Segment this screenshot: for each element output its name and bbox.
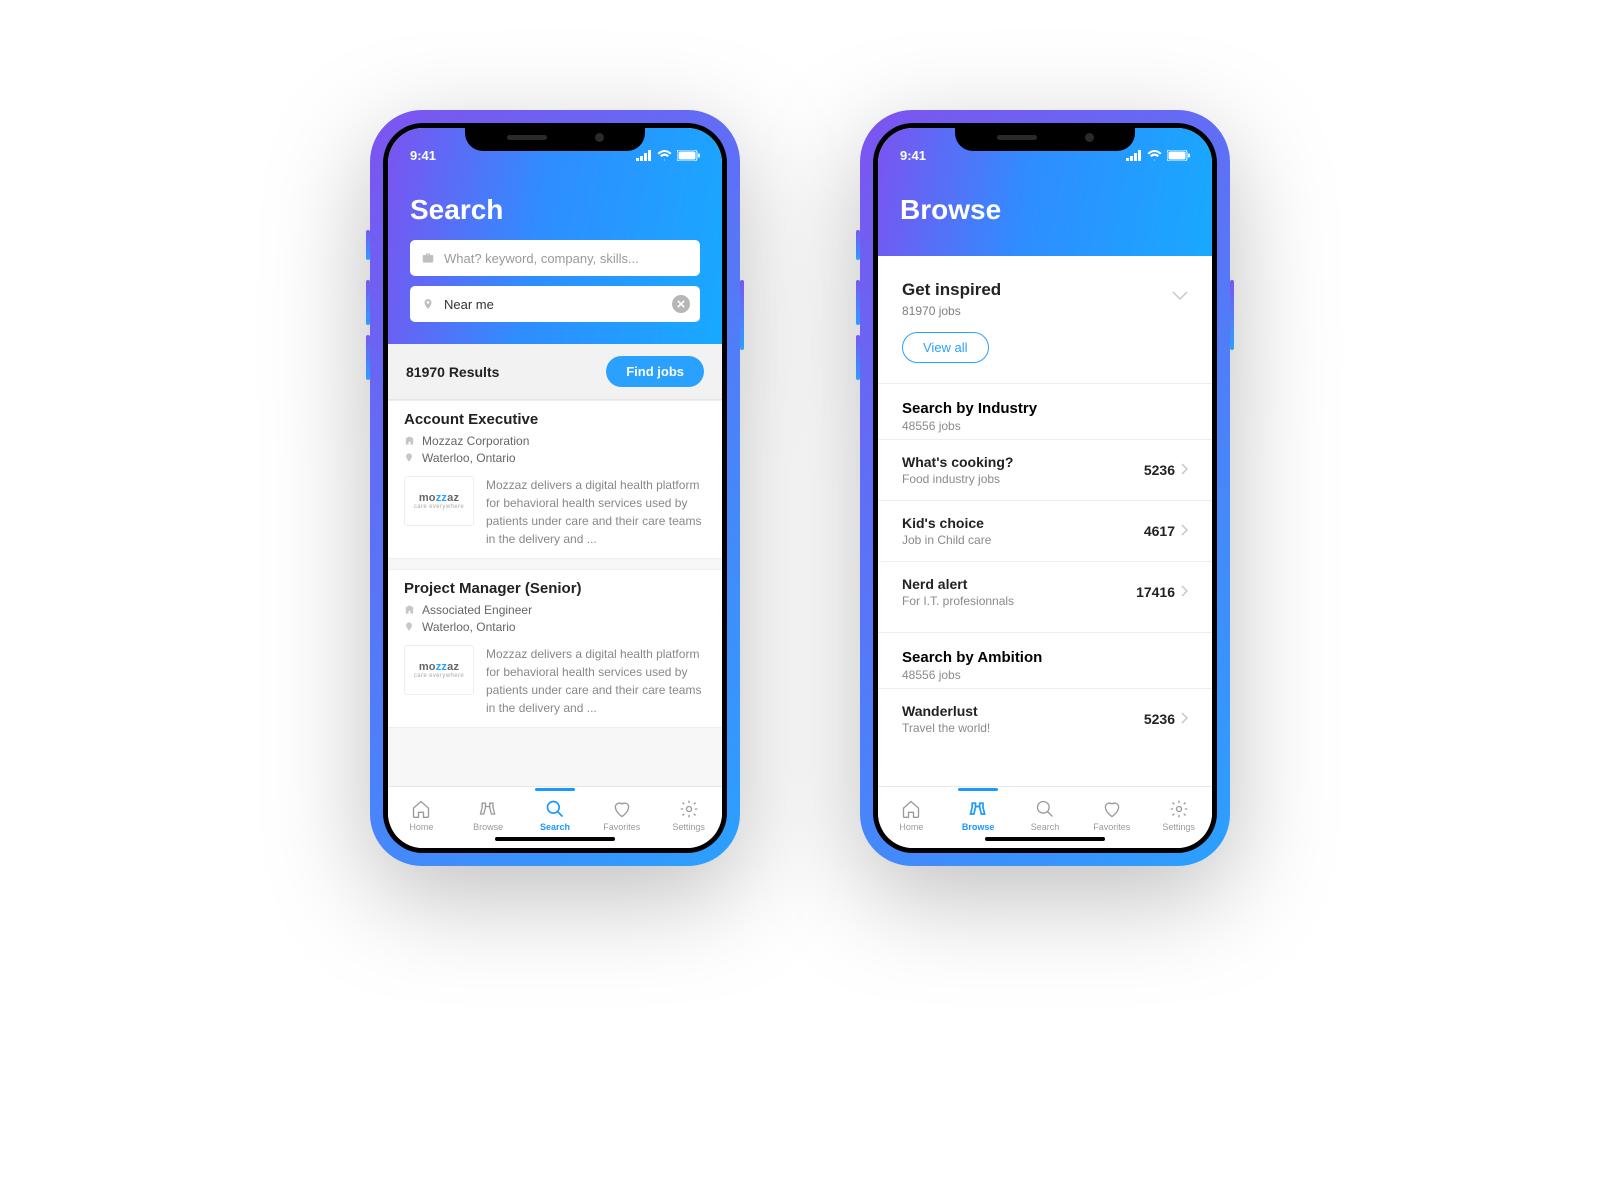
briefcase-icon xyxy=(420,250,436,266)
binoculars-icon xyxy=(967,798,989,820)
chevron-down-icon[interactable] xyxy=(1172,288,1188,306)
signal-icon xyxy=(1126,150,1142,161)
binoculars-icon xyxy=(477,798,499,820)
search-header: 9:41 Search xyxy=(388,128,722,344)
job-card[interactable]: Project Manager (Senior) Associated Engi… xyxy=(388,569,722,728)
job-location: Waterloo, Ontario xyxy=(422,451,516,465)
device-notch xyxy=(955,123,1135,151)
chevron-right-icon xyxy=(1181,584,1188,600)
tab-browse[interactable]: Browse xyxy=(948,798,1008,832)
location-value: Near me xyxy=(444,297,494,312)
job-description: Mozzaz delivers a digital health platfor… xyxy=(486,476,706,548)
row-count: 5236 xyxy=(1144,462,1175,478)
chevron-right-icon xyxy=(1181,462,1188,478)
results-bar: 81970 Results Find jobs xyxy=(388,344,722,400)
home-indicator[interactable] xyxy=(495,837,615,841)
battery-icon xyxy=(677,150,700,161)
job-title: Account Executive xyxy=(388,401,722,434)
industry-row-nerd[interactable]: Nerd alert For I.T. profesionnals 17416 xyxy=(878,561,1212,622)
heart-icon xyxy=(1101,798,1123,820)
section-get-inspired[interactable]: Get inspired 81970 jobs View all xyxy=(878,260,1212,373)
page-title: Search xyxy=(410,194,700,226)
find-jobs-button[interactable]: Find jobs xyxy=(606,356,704,387)
ambition-row-wanderlust[interactable]: Wanderlust Travel the world! 5236 xyxy=(878,688,1212,749)
tab-search[interactable]: Search xyxy=(525,798,585,832)
status-time: 9:41 xyxy=(900,148,926,163)
section-subtitle: 81970 jobs xyxy=(902,304,1188,318)
home-indicator[interactable] xyxy=(985,837,1105,841)
tab-favorites[interactable]: Favorites xyxy=(592,798,652,832)
signal-icon xyxy=(636,150,652,161)
gear-icon xyxy=(678,798,700,820)
section-ambition-header: Search by Ambition 48556 jobs xyxy=(878,632,1212,688)
tab-settings[interactable]: Settings xyxy=(659,798,719,832)
job-title: Project Manager (Senior) xyxy=(388,570,722,603)
job-list[interactable]: Account Executive Mozzaz Corporation Wat… xyxy=(388,400,722,786)
view-all-button[interactable]: View all xyxy=(902,332,989,363)
row-count: 17416 xyxy=(1136,584,1175,600)
home-icon xyxy=(410,798,432,820)
section-title: Get inspired xyxy=(902,280,1188,300)
industry-row-kids[interactable]: Kid's choice Job in Child care 4617 xyxy=(878,500,1212,561)
tab-home[interactable]: Home xyxy=(391,798,451,832)
pin-icon xyxy=(404,452,416,464)
phone-browse: 9:41 Browse xyxy=(860,110,1230,866)
company-logo: mozzaz care everywhere xyxy=(404,645,474,695)
page-title: Browse xyxy=(900,194,1190,226)
tab-settings[interactable]: Settings xyxy=(1149,798,1209,832)
chevron-right-icon xyxy=(1181,523,1188,539)
wifi-icon xyxy=(1147,150,1162,161)
tab-home[interactable]: Home xyxy=(881,798,941,832)
home-icon xyxy=(900,798,922,820)
heart-icon xyxy=(611,798,633,820)
device-notch xyxy=(465,123,645,151)
job-company: Associated Engineer xyxy=(422,603,532,617)
company-icon xyxy=(404,435,416,447)
clear-location-button[interactable] xyxy=(672,295,690,313)
tab-search[interactable]: Search xyxy=(1015,798,1075,832)
phone-search: 9:41 Search xyxy=(370,110,740,866)
tab-favorites[interactable]: Favorites xyxy=(1082,798,1142,832)
battery-icon xyxy=(1167,150,1190,161)
search-icon xyxy=(1034,798,1056,820)
pin-icon xyxy=(404,621,416,633)
gear-icon xyxy=(1168,798,1190,820)
location-input[interactable]: Near me xyxy=(410,286,700,322)
search-icon xyxy=(544,798,566,820)
job-card[interactable]: Account Executive Mozzaz Corporation Wat… xyxy=(388,400,722,559)
keyword-placeholder: What? keyword, company, skills... xyxy=(444,251,639,266)
job-location: Waterloo, Ontario xyxy=(422,620,516,634)
chevron-right-icon xyxy=(1181,711,1188,727)
row-count: 4617 xyxy=(1144,523,1175,539)
job-company: Mozzaz Corporation xyxy=(422,434,529,448)
results-count: 81970 Results xyxy=(406,364,499,380)
company-logo: mozzaz care everywhere xyxy=(404,476,474,526)
browse-list[interactable]: Get inspired 81970 jobs View all Search … xyxy=(878,256,1212,786)
keyword-input[interactable]: What? keyword, company, skills... xyxy=(410,240,700,276)
status-time: 9:41 xyxy=(410,148,436,163)
row-count: 5236 xyxy=(1144,711,1175,727)
company-icon xyxy=(404,604,416,616)
tab-browse[interactable]: Browse xyxy=(458,798,518,832)
pin-icon xyxy=(420,296,436,312)
section-industry-header: Search by Industry 48556 jobs xyxy=(878,383,1212,439)
job-description: Mozzaz delivers a digital health platfor… xyxy=(486,645,706,717)
wifi-icon xyxy=(657,150,672,161)
industry-row-cooking[interactable]: What's cooking? Food industry jobs 5236 xyxy=(878,439,1212,500)
